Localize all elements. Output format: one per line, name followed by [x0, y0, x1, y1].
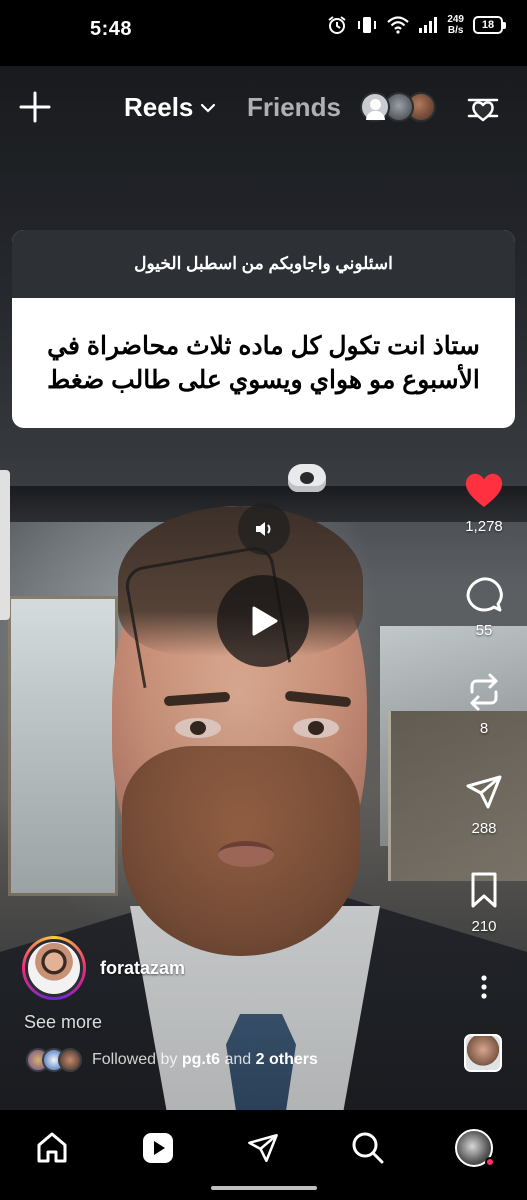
status-icons: 249 B/s 18	[327, 14, 506, 36]
wifi-icon	[387, 16, 410, 34]
edge-handle[interactable]	[0, 470, 10, 620]
post-author[interactable]: foratazam	[22, 936, 185, 1000]
status-time: 5:48	[90, 18, 133, 40]
followed-by-prefix: Followed by	[92, 1051, 178, 1068]
paper-plane-icon	[248, 1133, 278, 1163]
signal-icon	[419, 17, 438, 33]
comment-count: 55	[475, 622, 493, 639]
notification-dot	[485, 1157, 495, 1167]
comment-icon	[466, 577, 503, 612]
bookmark-icon	[471, 872, 497, 908]
author-username[interactable]: foratazam	[100, 958, 185, 979]
nav-profile[interactable]	[452, 1126, 496, 1170]
vibrate-icon	[358, 17, 377, 33]
home-indicator[interactable]	[211, 1186, 317, 1190]
share-count: 288	[471, 820, 497, 837]
repost-icon	[470, 673, 498, 711]
battery-level: 18	[481, 19, 495, 31]
followed-by-and: and	[224, 1051, 252, 1068]
follower-avatar-3	[58, 1048, 82, 1072]
nav-home[interactable]	[30, 1126, 74, 1170]
tab-reels[interactable]: Reels	[124, 92, 217, 123]
question-sticker[interactable]: اسئلوني واجاوبكم من اسطبل الخيول ستاذ ان…	[12, 230, 515, 428]
save-count: 210	[471, 918, 497, 935]
friend-avatar-1	[360, 92, 390, 122]
nav-reels[interactable]	[136, 1126, 180, 1170]
home-icon	[37, 1132, 67, 1163]
profile-avatar	[455, 1129, 495, 1167]
followed-by-avatars	[26, 1048, 82, 1072]
question-sticker-header: اسئلوني واجاوبكم من اسطبل الخيول	[12, 230, 515, 298]
avatar	[25, 939, 83, 997]
status-bar: 5:48 249 B/s 18	[0, 0, 527, 66]
followed-by-others[interactable]: 2 others	[256, 1051, 318, 1068]
send-icon	[466, 775, 502, 809]
speaker-icon	[256, 522, 271, 536]
followed-by-text: Followed by pg.t6 and 2 others	[92, 1051, 318, 1069]
tab-reels-label: Reels	[124, 92, 194, 122]
repost-count: 8	[479, 720, 489, 737]
alarm-icon	[328, 16, 346, 34]
reels-icon	[143, 1133, 173, 1163]
reels-top-nav: Reels Friends	[0, 80, 527, 136]
nav-messages[interactable]	[241, 1126, 285, 1170]
network-speed-value: 249	[447, 14, 464, 25]
question-sticker-text: ستاذ انت تكول كل ماده ثلاث محاضراة في ال…	[47, 332, 480, 394]
tab-friends-label: Friends	[247, 92, 341, 122]
more-vertical-icon	[481, 975, 487, 999]
network-speed-unit: B/s	[447, 25, 464, 36]
friends-avatars[interactable]	[360, 92, 440, 124]
battery-indicator: 18	[473, 16, 506, 34]
search-icon	[352, 1132, 384, 1164]
plus-icon[interactable]	[18, 90, 52, 124]
see-more-link[interactable]: See more	[24, 1012, 102, 1033]
author-avatar-ring[interactable]	[22, 936, 86, 1000]
play-icon	[252, 606, 278, 636]
filter-heart-icon[interactable]	[465, 90, 501, 126]
play-button[interactable]	[217, 575, 309, 667]
heart-icon	[465, 473, 503, 507]
comment-button[interactable]: 55	[456, 574, 512, 639]
like-button[interactable]: 1,278	[456, 470, 512, 535]
followed-by-user[interactable]: pg.t6	[182, 1051, 220, 1068]
save-button[interactable]: 210	[456, 870, 512, 935]
tab-friends[interactable]: Friends	[247, 92, 341, 123]
audio-thumbnail[interactable]	[464, 1034, 502, 1072]
repost-button[interactable]: 8	[456, 672, 512, 737]
followed-by[interactable]: Followed by pg.t6 and 2 others	[26, 1048, 318, 1072]
network-speed: 249 B/s	[447, 14, 464, 36]
chevron-down-icon	[201, 103, 216, 113]
like-count: 1,278	[465, 518, 503, 535]
share-button[interactable]: 288	[456, 772, 512, 837]
more-options-button[interactable]	[456, 972, 512, 1002]
nav-search[interactable]	[346, 1126, 390, 1170]
mute-button[interactable]	[238, 503, 290, 555]
